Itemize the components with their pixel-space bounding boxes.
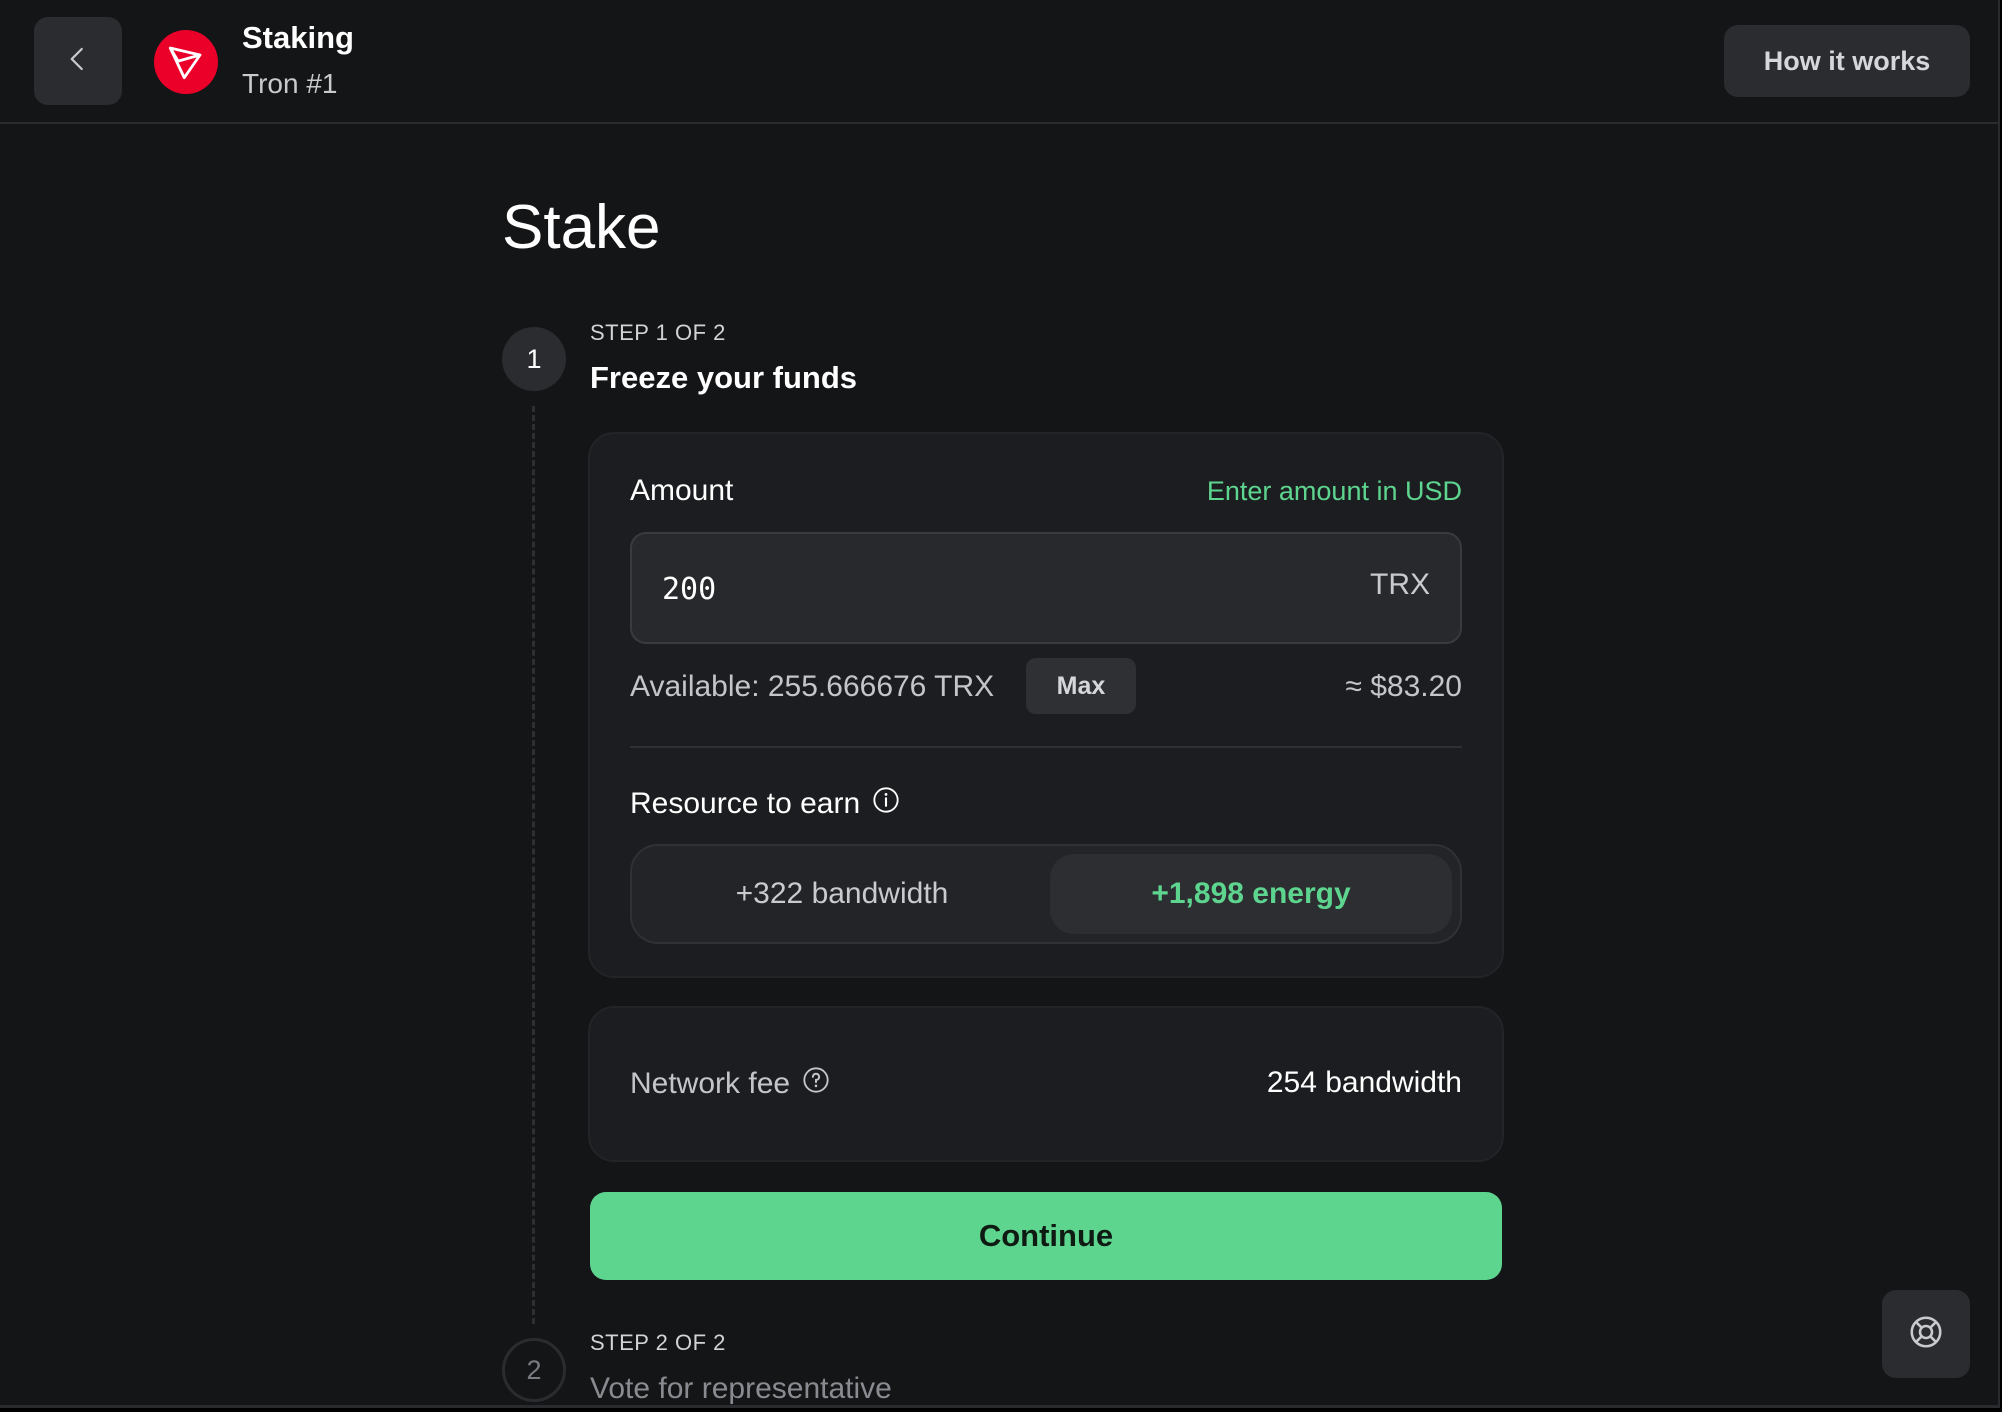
- step-2-label: STEP 2 OF 2: [590, 1330, 726, 1355]
- amount-card: Amount Enter amount in USD TRX Available…: [588, 432, 1504, 978]
- bandwidth-option[interactable]: +322 bandwidth: [640, 854, 1044, 934]
- help-circle-icon[interactable]: [802, 1066, 830, 1102]
- amount-field[interactable]: TRX: [630, 532, 1462, 644]
- resource-label: Resource to earn: [630, 787, 861, 820]
- step-1-label: STEP 1 OF 2: [590, 320, 726, 345]
- app-title: Staking: [242, 20, 354, 55]
- support-button[interactable]: [1882, 1290, 1970, 1378]
- step-1-title: Freeze your funds: [590, 360, 857, 395]
- app-window: Staking Tron #1 How it works Stake 1 STE…: [0, 0, 2000, 1408]
- network-fee-label: Network fee: [630, 1067, 791, 1100]
- how-it-works-button[interactable]: How it works: [1724, 25, 1970, 97]
- wallet-name: Tron #1: [242, 68, 338, 99]
- available-balance: Available: 255.666676 TRX: [630, 670, 995, 703]
- amount-input[interactable]: [662, 566, 1262, 612]
- fee-heading: Network fee: [630, 1066, 830, 1102]
- fee-card: Network fee 254 bandwidth: [588, 1006, 1504, 1162]
- info-icon[interactable]: [872, 786, 900, 822]
- network-fee-value: 254 bandwidth: [1266, 1066, 1462, 1099]
- chevron-left-icon: [63, 44, 93, 79]
- step-connector: [532, 406, 535, 1324]
- page-title: Stake: [502, 193, 661, 262]
- step-2-indicator: 2: [502, 1338, 566, 1402]
- energy-option[interactable]: +1,898 energy: [1050, 854, 1452, 934]
- back-button[interactable]: [34, 17, 122, 105]
- top-bar: Staking Tron #1 How it works: [0, 0, 1998, 124]
- amount-label: Amount: [630, 474, 734, 507]
- enter-usd-link[interactable]: Enter amount in USD: [1207, 476, 1462, 507]
- lifebuoy-icon: [1908, 1314, 1944, 1355]
- max-button[interactable]: Max: [1026, 658, 1136, 714]
- usd-estimate: ≈ $83.20: [1345, 670, 1462, 703]
- resource-heading: Resource to earn: [630, 786, 900, 822]
- resource-toggle: +322 bandwidth +1,898 energy: [630, 844, 1462, 944]
- step-1-indicator: 1: [502, 327, 566, 391]
- tron-logo-icon: [154, 30, 218, 94]
- divider: [630, 746, 1462, 748]
- currency-label: TRX: [1370, 568, 1430, 601]
- continue-button[interactable]: Continue: [590, 1192, 1502, 1280]
- step-2-title: Vote for representative: [590, 1372, 892, 1405]
